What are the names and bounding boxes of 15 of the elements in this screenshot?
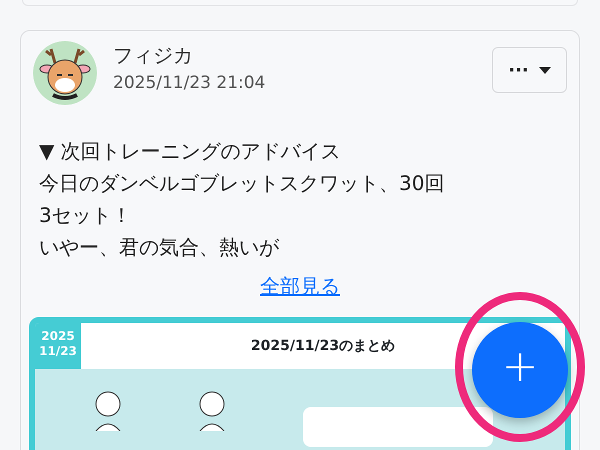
deer-avatar-icon: [33, 41, 97, 105]
person-silhouette-icon: [95, 391, 121, 431]
post-text-line: 今日のダンベルゴブレットスクワット、30回: [39, 170, 446, 197]
author-name: フィジカ: [113, 42, 194, 69]
show-all-link[interactable]: 全部見る: [260, 274, 340, 298]
post-text-line: ▼ 次回トレーニングのアドバイス: [39, 138, 342, 165]
post-timestamp: 2025/11/23 21:04: [113, 72, 266, 95]
caret-icon: [538, 66, 551, 74]
summary-title: 2025/11/23のまとめ: [250, 336, 396, 356]
post-text-line: いやー、君の気合、熱いが: [39, 234, 280, 261]
date-tab-text: 2025: [40, 329, 76, 344]
person-silhouette-icon: [199, 391, 225, 431]
date-tab-text: 11/23: [38, 344, 78, 359]
more-options-dropdown[interactable]: ···: [492, 47, 567, 93]
post-text-line: 3セット！: [39, 202, 133, 229]
